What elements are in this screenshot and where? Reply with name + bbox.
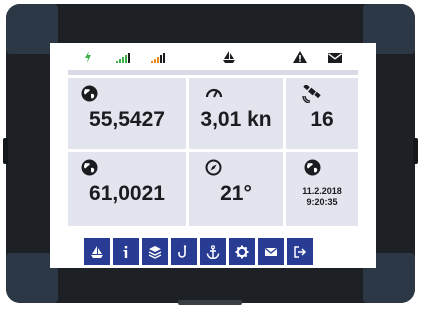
satellites-value: 16 (310, 108, 334, 131)
nav-anchor-button[interactable] (200, 238, 226, 265)
layers-icon (148, 245, 162, 259)
time-text: 9:20:35 (306, 197, 338, 207)
screen: 55,5427 3,01 kn 16 61,0021 21° 11.2.2018… (50, 43, 376, 268)
nav-info-button[interactable] (113, 238, 139, 265)
hook-icon (178, 244, 187, 258)
nav-logout-button[interactable] (287, 238, 313, 265)
datetime-tile[interactable]: 11.2.2018 9:20:35 (286, 152, 358, 226)
anchor-icon (206, 244, 220, 259)
globe-icon (81, 85, 99, 102)
nav-hook-button[interactable] (171, 238, 197, 265)
nav-layers-button[interactable] (142, 238, 168, 265)
status-bar (50, 43, 376, 70)
latitude-value: 55,5427 (89, 108, 165, 131)
nav-settings-button[interactable] (229, 238, 255, 265)
nav-boat-button[interactable] (84, 238, 110, 265)
globe-icon (304, 159, 322, 176)
warning-icon[interactable] (293, 49, 307, 63)
speed-tile[interactable]: 3,01 kn (189, 78, 283, 149)
speedometer-icon (205, 85, 223, 101)
signal-bars-green-icon (116, 49, 130, 63)
mail-icon[interactable] (328, 49, 342, 63)
mail-icon (264, 247, 278, 256)
latitude-tile[interactable]: 55,5427 (68, 78, 186, 149)
sailboat-icon (91, 245, 103, 258)
satellites-tile[interactable]: 16 (286, 78, 358, 149)
speed-value: 3,01 kn (200, 108, 272, 131)
satellite-icon (302, 83, 321, 104)
globe-icon (81, 159, 99, 176)
side-button-right[interactable] (413, 138, 418, 164)
compass-icon (205, 159, 223, 176)
bottom-nav (84, 238, 313, 265)
heading-tile[interactable]: 21° (189, 152, 283, 226)
datetime-value: 11.2.2018 9:20:35 (286, 186, 358, 208)
date-text: 11.2.2018 (302, 186, 342, 196)
side-button-left[interactable] (3, 138, 8, 164)
signal-bars-orange-icon (151, 49, 165, 63)
header-divider (68, 70, 358, 75)
info-icon (123, 245, 128, 258)
nav-mail-button[interactable] (258, 238, 284, 265)
longitude-value: 61,0021 (89, 182, 165, 205)
power-icon (84, 49, 92, 63)
sailboat-icon[interactable] (222, 49, 236, 63)
logout-icon (294, 245, 307, 258)
bottom-connector (178, 300, 242, 305)
heading-value: 21° (220, 182, 252, 205)
longitude-tile[interactable]: 61,0021 (68, 152, 186, 226)
settings-icon (235, 245, 249, 258)
